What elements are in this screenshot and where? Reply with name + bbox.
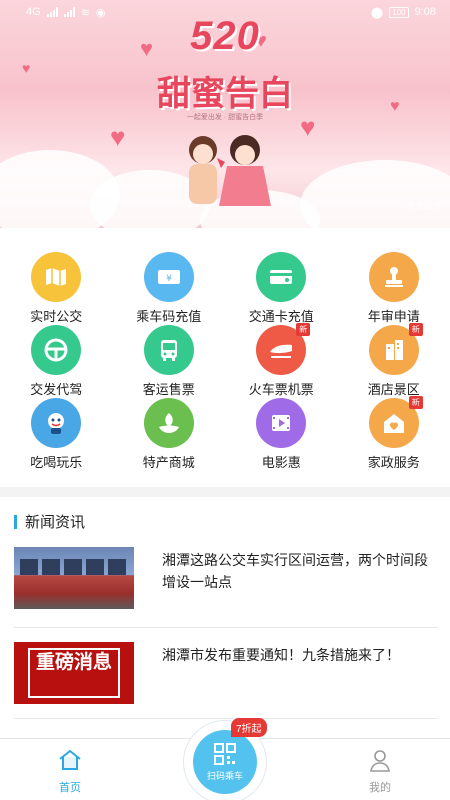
section-title: 新闻资讯 <box>25 514 86 531</box>
service-designated-driver[interactable]: 交发代驾 <box>0 325 113 398</box>
house-heart-icon: 新 <box>368 396 423 448</box>
news-item[interactable]: 重磅消息 湘潭市发布重要通知！九条措施来了！ <box>14 642 438 704</box>
service-grid: 实时公交 ¥ 乘车码充值 交通卡充值 年审申请 交发代驾 客运售票 新 火车票机… <box>0 252 450 471</box>
service-label: 乘车码充值 <box>136 309 202 324</box>
hotel-icon: 新 <box>368 323 423 375</box>
service-movie-deals[interactable]: 电影惠 <box>225 398 338 471</box>
discount-badge: 7折起 <box>231 718 267 737</box>
new-badge: 新 <box>408 396 423 409</box>
watermark: 湘潭公交 <box>405 201 442 211</box>
service-label: 交发代驾 <box>30 382 83 397</box>
tab-home[interactable]: 首页 <box>30 747 110 795</box>
thumbnail-caption: 重磅消息 <box>28 648 120 698</box>
train-icon: 新 <box>256 323 311 375</box>
service-annual-review[interactable]: 年审申请 <box>338 252 450 325</box>
tea-icon <box>143 398 194 448</box>
section-divider <box>0 487 450 497</box>
qr-code-icon <box>214 743 236 765</box>
mascot-icon <box>31 398 82 448</box>
steering-wheel-icon <box>31 325 82 375</box>
news-thumbnail <box>14 547 134 609</box>
new-badge: 新 <box>408 323 423 336</box>
service-ride-code-recharge[interactable]: ¥ 乘车码充值 <box>113 252 226 325</box>
home-icon <box>59 749 81 770</box>
service-label: 吃喝玩乐 <box>30 455 83 470</box>
promo-banner[interactable]: ♥ ♥ ♥ ♥ ♥ ♥ 4G ≋ ◉ ⬤ 100 9:08 520 甜蜜告白 一… <box>0 0 450 228</box>
tab-label: 我的 <box>369 782 391 794</box>
banner-headline: 甜蜜告白 <box>157 74 293 114</box>
news-separator <box>14 627 438 628</box>
service-label: 家政服务 <box>367 455 420 470</box>
banner-subtitle: 一起爱出发 · 甜蜜告白季 <box>186 114 264 121</box>
transit-card-icon <box>256 252 307 302</box>
bus-icon <box>143 325 194 375</box>
user-icon <box>370 750 390 772</box>
news-section-header: 新闻资讯 <box>14 511 85 532</box>
service-housekeeping[interactable]: 新 家政服务 <box>338 396 450 471</box>
service-label: 电影惠 <box>261 455 301 470</box>
scan-ride-button[interactable]: 扫码乘车 <box>193 730 257 794</box>
news-title: 湘潭这路公交车实行区间运营，两个时间段增设一站点 <box>162 552 428 590</box>
service-train-flight-tickets[interactable]: 新 火车票机票 <box>225 323 338 398</box>
tab-mine[interactable]: 我的 <box>340 747 420 795</box>
service-label: 实时公交 <box>30 309 83 324</box>
service-label: 客运售票 <box>142 382 195 397</box>
new-badge: 新 <box>296 323 311 336</box>
map-icon <box>31 252 82 302</box>
service-realtime-bus[interactable]: 实时公交 <box>0 252 113 325</box>
news-separator <box>14 718 438 719</box>
service-specialty-mall[interactable]: 特产商城 <box>113 398 226 471</box>
service-food-fun[interactable]: 吃喝玩乐 <box>0 398 113 471</box>
service-transit-card-recharge[interactable]: 交通卡充值 <box>225 252 338 325</box>
service-label: 特产商城 <box>142 455 195 470</box>
svg-text:¥: ¥ <box>166 274 172 284</box>
news-thumbnail: 重磅消息 <box>14 642 134 704</box>
news-title: 湘潭市发布重要通知！九条措施来了！ <box>162 647 400 663</box>
film-icon <box>256 398 307 448</box>
tab-label: 首页 <box>59 782 81 794</box>
stamp-icon <box>368 252 419 302</box>
service-coach-tickets[interactable]: 客运售票 <box>113 325 226 398</box>
news-item[interactable]: 湘潭这路公交车实行区间运营，两个时间段增设一站点 <box>14 547 438 609</box>
accent-bar <box>14 514 17 529</box>
card-yuan-icon: ¥ <box>143 252 194 302</box>
scan-label: 扫码乘车 <box>206 771 243 781</box>
service-label: 火车票机票 <box>248 382 314 397</box>
couple-illustration <box>189 135 271 206</box>
heart-icon: ♥ <box>110 122 126 152</box>
banner-number: 520 <box>190 14 260 58</box>
service-hotel-scenic[interactable]: 新 酒店景区 <box>338 323 450 398</box>
